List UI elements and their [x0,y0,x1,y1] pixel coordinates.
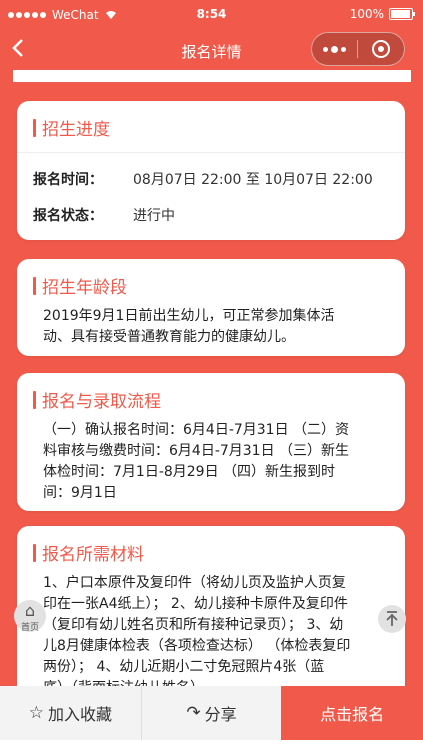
text-line: 动、具有接受普通教育能力的健康幼儿。 [43,329,295,345]
battery-group: 100% [349,7,415,21]
materials-description: 1、户口本原件及复印件（将幼儿页及监护人页复 印在一张A4纸上）； 2、幼儿接种… [17,565,405,686]
text-line: （复印有幼儿姓名页和所有接种记录页）； 3、幼 [43,617,344,633]
close-miniprogram-button[interactable] [358,33,403,65]
scroll-content[interactable]: 招生进度 报名时间： 08月07日 22:00 至 10月07日 22:00 报… [0,82,423,686]
star-icon: ☆ [28,703,44,723]
navigation-bar: 报名详情 [0,30,423,70]
card-title: 报名所需材料 [42,545,144,565]
battery-icon [389,8,415,20]
progress-card: 招生进度 报名时间： 08月07日 22:00 至 10月07日 22:00 报… [17,101,405,240]
text-line: 两份）； 4、幼儿近期小二寸免冠照片4张（蓝 [43,659,325,675]
back-to-top-button[interactable] [378,605,406,633]
text-line: 底）（背面标注幼儿姓名） [43,678,379,686]
signup-status-value: 进行中 [133,208,175,224]
card-header: 招生年龄段 [17,259,405,298]
favorite-label: 加入收藏 [47,705,112,724]
text-line: 2019年9月1日前出生幼儿，可正常参加集体活 [43,308,335,324]
bottom-action-bar: ☆ 加入收藏 ↷ 分享 点击报名 [0,686,423,740]
accent-bar [33,276,36,295]
divider [17,152,405,153]
accent-bar [33,118,36,137]
share-icon: ↷ [186,703,201,723]
text-line: 体检时间：7月1日-8月29日 （四）新生报到时 [43,464,336,480]
process-card: 报名与录取流程 （一）确认报名时间：6月4日-7月31日 （二）资 料审核与缴费… [17,373,405,511]
header-strip [13,70,411,82]
battery-percent: 100% [349,7,384,21]
text-line: 印在一张A4纸上）； 2、幼儿接种卡原件及复印件 [43,596,348,612]
card-title: 招生年龄段 [42,278,127,298]
text-line: 料审核与缴费时间：6月4日-7月31日 （三）新生 [43,443,350,459]
status-bar: WeChat 8:54 100% [0,0,423,30]
card-header: 报名与录取流程 [17,373,405,412]
age-card: 招生年龄段 2019年9月1日前出生幼儿，可正常参加集体活 动、具有接受普通教育… [17,259,405,356]
target-icon [371,40,390,58]
bottom-edge [0,740,423,751]
age-description: 2019年9月1日前出生幼儿，可正常参加集体活 动、具有接受普通教育能力的健康幼… [17,298,405,348]
card-title: 报名与录取流程 [42,392,161,412]
home-label: 首页 [20,623,39,633]
more-button[interactable] [312,33,357,65]
signup-time-value: 08月07日 22:00 至 10月07日 22:00 [133,172,373,188]
accent-bar [33,390,36,409]
text-line: 1、户口本原件及复印件（将幼儿页及监护人页复 [43,575,346,591]
signup-time-label: 报名时间： [33,172,103,188]
text-line: 间：9月1日 [43,485,117,501]
process-description: （一）确认报名时间：6月4日-7月31日 （二）资 料审核与缴费时间：6月4日-… [17,412,405,504]
share-label: 分享 [204,705,237,724]
arrow-up-icon [386,611,398,626]
share-button[interactable]: ↷ 分享 [141,686,282,740]
materials-card: 报名所需材料 1、户口本原件及复印件（将幼儿页及监护人页复 印在一张A4纸上）；… [17,526,405,686]
signup-button[interactable]: 点击报名 [281,686,423,740]
card-header: 报名所需材料 [17,526,405,565]
accent-bar [33,543,36,562]
signup-time-row: 报名时间： 08月07日 22:00 至 10月07日 22:00 [17,169,405,189]
card-title: 招生进度 [42,120,110,140]
miniprogram-capsule [311,32,405,66]
home-icon: ⌂ [24,601,36,620]
home-float-button[interactable]: ⌂ 首页 [14,600,46,633]
add-favorite-button[interactable]: ☆ 加入收藏 [0,686,142,740]
text-line: 儿8月健康体检表（各项检查达标） （体检表复印 [43,638,351,654]
card-header: 招生进度 [17,101,405,140]
signup-status-label: 报名状态： [33,208,103,224]
signup-status-row: 报名状态： 进行中 [17,205,405,225]
text-line: （一）确认报名时间：6月4日-7月31日 （二）资 [43,422,350,438]
signup-label: 点击报名 [320,705,385,724]
